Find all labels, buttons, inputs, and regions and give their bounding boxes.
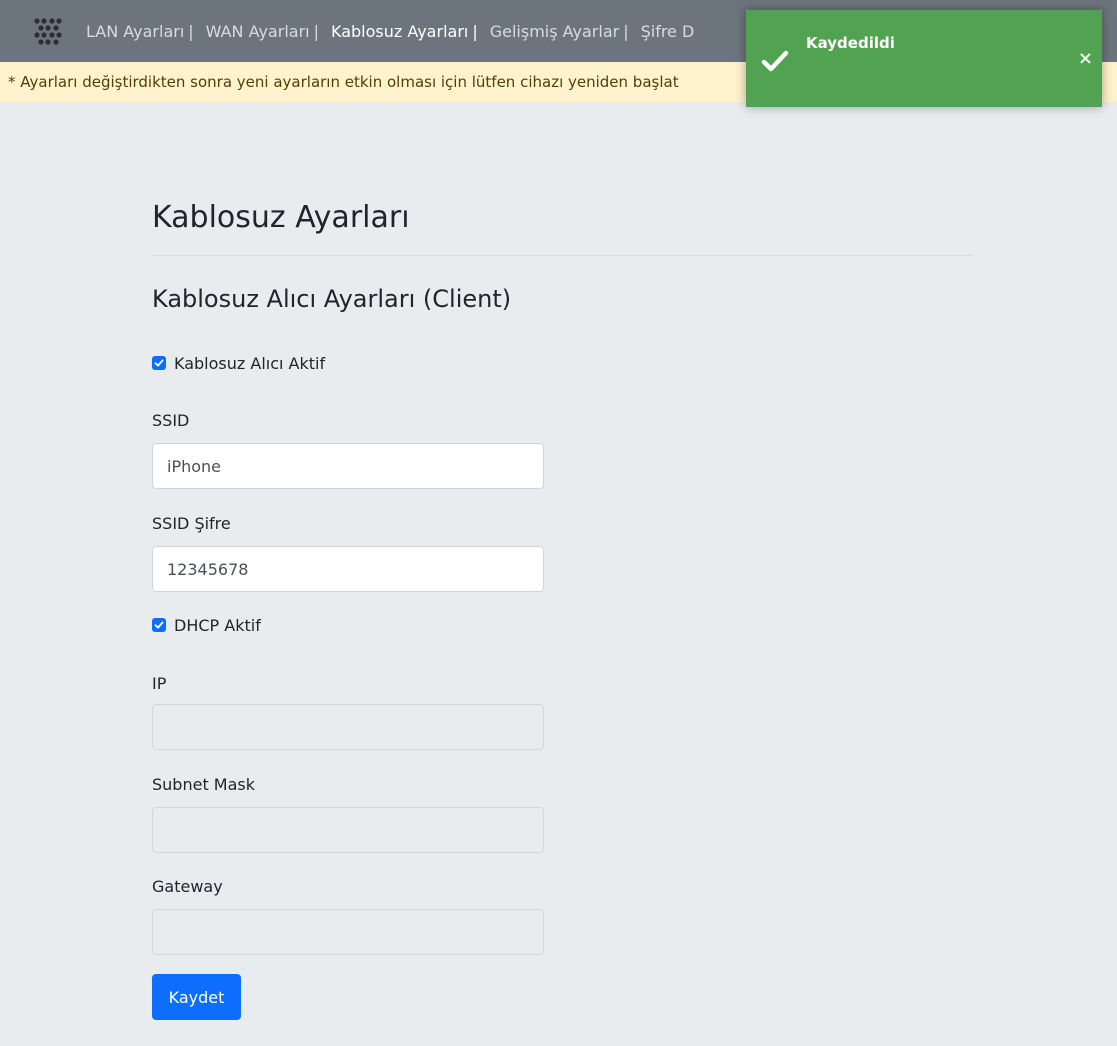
check-icon xyxy=(761,50,789,72)
save-button[interactable]: Kaydet xyxy=(152,974,241,1020)
gateway-label: Gateway xyxy=(152,877,223,896)
dhcp-enabled-row[interactable]: DHCP Aktif xyxy=(152,613,261,637)
toast-title: Kaydedildi xyxy=(806,34,895,52)
subnet-mask-input[interactable] xyxy=(152,807,544,853)
ssid-label: SSID xyxy=(152,411,190,430)
nav-separator: | xyxy=(623,21,629,41)
nav-separator: | xyxy=(313,21,319,41)
wireless-client-enabled-row[interactable]: Kablosuz Alıcı Aktif xyxy=(152,351,325,375)
ip-label: IP xyxy=(152,674,167,693)
ssid-input[interactable] xyxy=(152,443,544,489)
gateway-input[interactable] xyxy=(152,909,544,955)
nav-item-password[interactable]: Şifre D xyxy=(641,22,695,41)
nav-item-wireless[interactable]: Kablosuz Ayarları xyxy=(331,22,468,41)
ssid-password-label: SSID Şifre xyxy=(152,514,231,533)
nav-menu: LAN Ayarları | WAN Ayarları | Kablosuz A… xyxy=(86,22,694,41)
brand-logo-icon[interactable] xyxy=(32,15,64,47)
checkmark-icon xyxy=(154,621,164,629)
ip-input[interactable] xyxy=(152,704,544,750)
nav-item-wan[interactable]: WAN Ayarları xyxy=(206,22,310,41)
dhcp-enabled-checkbox[interactable] xyxy=(152,618,166,632)
nav-item-lan[interactable]: LAN Ayarları xyxy=(86,22,184,41)
dhcp-enabled-label: DHCP Aktif xyxy=(174,615,261,635)
subnet-mask-label: Subnet Mask xyxy=(152,775,256,794)
nav-separator: | xyxy=(472,21,478,41)
wireless-client-enabled-label: Kablosuz Alıcı Aktif xyxy=(174,353,326,373)
page-title: Kablosuz Ayarları xyxy=(152,200,410,235)
main-content: Kablosuz Ayarları Kablosuz Alıcı Ayarlar… xyxy=(152,190,972,316)
checkmark-icon xyxy=(154,359,164,367)
section-title: Kablosuz Alıcı Ayarları (Client) xyxy=(152,285,512,313)
wireless-client-enabled-checkbox[interactable] xyxy=(152,356,166,370)
success-toast[interactable]: Kaydedildi × xyxy=(746,10,1102,107)
title-divider xyxy=(152,255,972,256)
nav-separator: | xyxy=(188,21,194,41)
toast-close-button[interactable]: × xyxy=(1078,50,1093,68)
ssid-password-input[interactable] xyxy=(152,546,544,592)
nav-item-advanced[interactable]: Gelişmiş Ayarlar xyxy=(490,22,619,41)
